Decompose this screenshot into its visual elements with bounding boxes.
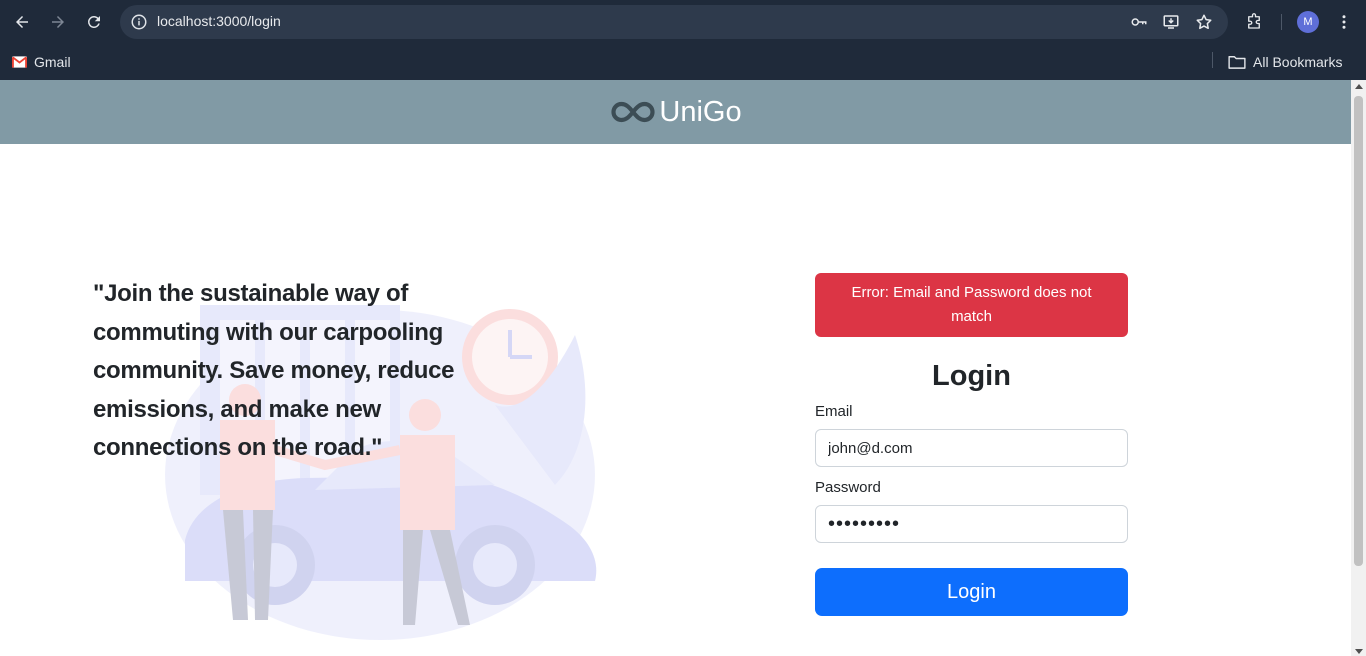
error-alert: Error: Email and Password does not match xyxy=(815,273,1128,337)
hero-tagline: "Join the sustainable way of commuting w… xyxy=(93,280,455,461)
extensions-button[interactable] xyxy=(1242,10,1266,34)
gmail-icon xyxy=(12,56,27,68)
scroll-down-arrow-icon[interactable] xyxy=(1355,649,1363,654)
profile-avatar[interactable]: M xyxy=(1297,11,1319,33)
reload-icon xyxy=(87,15,100,28)
browser-toolbar: localhost:3000/login M xyxy=(0,0,1366,44)
login-title: Login xyxy=(932,360,1011,392)
bookmarks-bar: Gmail xyxy=(0,44,1366,80)
browser-menu-button[interactable] xyxy=(1332,10,1356,34)
page-viewport: UniGo "Join the sustainable way of commu… xyxy=(0,80,1351,656)
arrow-left-icon xyxy=(16,16,28,28)
email-field[interactable] xyxy=(815,429,1128,467)
login-button[interactable]: Login xyxy=(815,568,1128,616)
back-button[interactable] xyxy=(10,10,34,34)
bookmark-gmail[interactable]: Gmail xyxy=(12,52,71,72)
scroll-up-arrow-icon[interactable] xyxy=(1355,84,1363,89)
bookmark-star-icon[interactable] xyxy=(1195,13,1213,31)
brand-logo[interactable]: UniGo xyxy=(609,95,742,129)
install-app-icon[interactable] xyxy=(1162,13,1180,31)
bookmarks-divider xyxy=(1212,52,1213,68)
folder-icon xyxy=(1228,56,1246,69)
infinity-icon xyxy=(611,101,655,123)
bookmark-all-bookmarks[interactable]: All Bookmarks xyxy=(1228,52,1342,72)
bookmark-label: Gmail xyxy=(34,54,71,70)
bookmark-label: All Bookmarks xyxy=(1253,54,1343,70)
reload-button[interactable] xyxy=(82,10,106,34)
site-info-icon[interactable] xyxy=(130,13,148,31)
puzzle-icon xyxy=(1248,13,1260,29)
password-label: Password xyxy=(815,479,881,496)
password-key-icon[interactable] xyxy=(1130,13,1148,31)
password-field[interactable] xyxy=(815,505,1128,543)
email-label: Email xyxy=(815,403,853,420)
arrow-right-icon xyxy=(52,16,64,28)
page-scrollbar[interactable] xyxy=(1351,80,1366,656)
site-header: UniGo xyxy=(0,80,1351,144)
brand-name: UniGo xyxy=(659,95,742,128)
forward-button[interactable] xyxy=(46,10,70,34)
scroll-thumb[interactable] xyxy=(1354,96,1363,566)
url-text[interactable]: localhost:3000/login xyxy=(157,13,281,29)
address-bar[interactable]: localhost:3000/login xyxy=(120,5,1228,39)
more-vertical-icon xyxy=(1342,15,1346,29)
toolbar-divider xyxy=(1281,14,1282,30)
browser-chrome: localhost:3000/login M Gmail All Bookmar… xyxy=(0,0,1366,80)
login-form: Error: Email and Password does not match… xyxy=(815,273,1128,616)
